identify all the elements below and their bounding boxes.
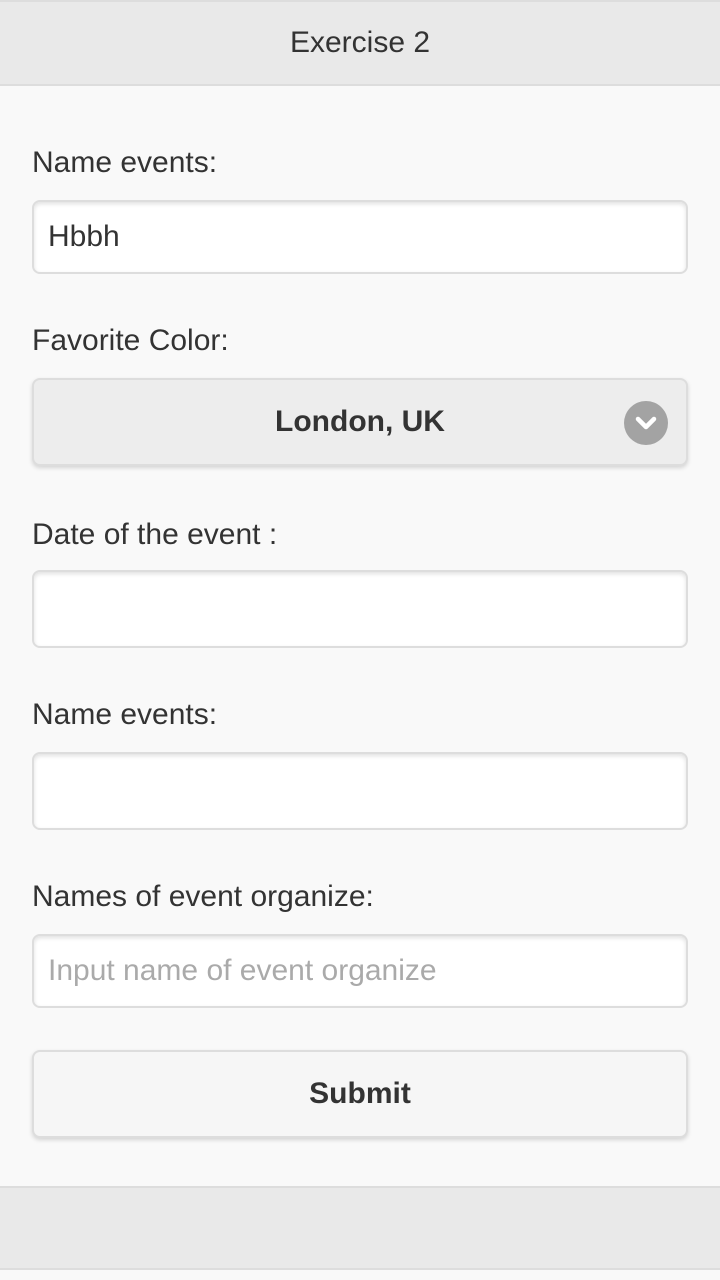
submit-button[interactable]: Submit: [32, 1050, 688, 1138]
footer-bar: [0, 1186, 720, 1270]
date-of-event-input[interactable]: [32, 570, 688, 648]
organizer-names-label: Names of event organize:: [32, 880, 374, 913]
chevron-down-icon: [624, 401, 668, 445]
name-events-input[interactable]: [32, 200, 688, 274]
name-events-2-input[interactable]: [32, 752, 688, 830]
favorite-color-selected-value: London, UK: [275, 405, 445, 438]
name-events-label: Name events:: [32, 146, 218, 179]
favorite-color-select[interactable]: London, UK: [32, 378, 688, 466]
page-title: Exercise 2: [289, 26, 431, 59]
favorite-color-label: Favorite Color:: [32, 324, 229, 357]
date-of-event-label: Date of the event :: [32, 518, 278, 551]
name-events-2-label: Name events:: [32, 698, 218, 731]
organizer-names-input[interactable]: [32, 934, 688, 1008]
header-bar: Exercise 2: [0, 0, 720, 86]
